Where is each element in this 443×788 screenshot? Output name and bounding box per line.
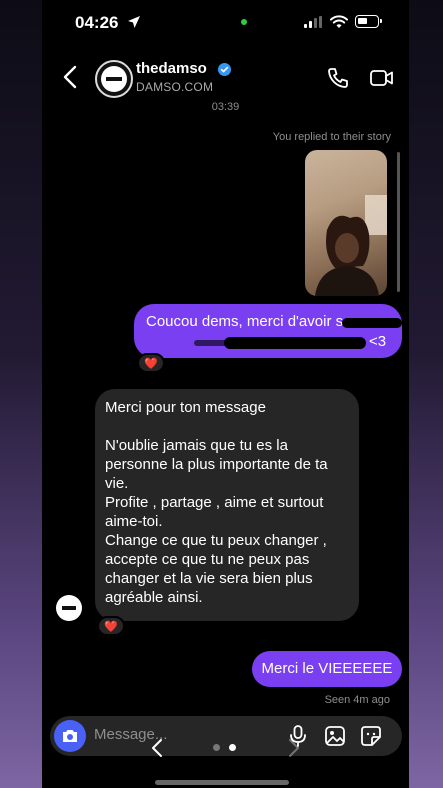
message-bubble-sent[interactable]: Merci le VIEEEEEE bbox=[252, 651, 402, 687]
status-time: 04:26 bbox=[75, 13, 119, 32]
page-dots bbox=[213, 744, 243, 752]
message-line: Change ce que tu peux changer , accepte … bbox=[105, 532, 327, 606]
camera-indicator bbox=[241, 19, 247, 25]
story-photo bbox=[315, 195, 387, 296]
message-text: Coucou dems, merci d'avoir s bbox=[146, 313, 344, 330]
nav-forward-icon[interactable] bbox=[287, 738, 301, 758]
battery-icon bbox=[355, 15, 382, 28]
message-text: Merci le VIEEEEEE bbox=[261, 660, 393, 677]
thread-timestamp: 03:39 bbox=[211, 101, 240, 113]
sender-avatar[interactable] bbox=[56, 595, 82, 621]
sticker-icon[interactable] bbox=[360, 725, 382, 747]
wifi-icon bbox=[330, 15, 348, 28]
page-dot bbox=[213, 744, 220, 751]
message-input[interactable] bbox=[94, 726, 274, 743]
video-icon[interactable] bbox=[369, 66, 395, 90]
page-dot-active bbox=[229, 744, 236, 751]
redaction-mark bbox=[194, 340, 234, 346]
status-bar: 04:26 bbox=[0, 0, 443, 46]
back-icon[interactable] bbox=[60, 64, 82, 90]
reaction-heart[interactable]: ❤️ bbox=[137, 353, 165, 373]
camera-icon bbox=[63, 730, 77, 742]
signal-icon bbox=[304, 16, 322, 28]
redaction-mark bbox=[224, 337, 366, 349]
gallery-icon[interactable] bbox=[324, 725, 346, 747]
camera-button[interactable] bbox=[54, 720, 86, 752]
message-line: N'oublie jamais que tu es la personne la… bbox=[105, 437, 328, 492]
chat-header: thedamso DAMSO.COM bbox=[42, 52, 409, 104]
story-reply-caption: You replied to their story bbox=[272, 131, 391, 143]
message-line: Profite , partage , aime et surtout aime… bbox=[105, 494, 324, 530]
dynamic-island bbox=[166, 7, 284, 41]
seen-status: Seen 4m ago bbox=[324, 694, 390, 706]
message-bubble-received[interactable]: Merci pour ton message N'oublie jamais q… bbox=[95, 389, 359, 621]
home-indicator bbox=[155, 780, 289, 785]
username[interactable]: thedamso bbox=[136, 60, 207, 77]
message-bubble-sent[interactable]: Coucou dems, merci d'avoir s <3 bbox=[134, 304, 402, 358]
location-arrow-icon bbox=[128, 16, 140, 28]
message-line: Merci pour ton message bbox=[105, 399, 266, 416]
message-text-end: <3 bbox=[369, 333, 387, 350]
story-thumbnail[interactable] bbox=[305, 150, 387, 296]
story-reply-bar bbox=[397, 152, 400, 292]
profile-subtitle: DAMSO.COM bbox=[136, 80, 214, 94]
nav-back-icon[interactable] bbox=[150, 738, 164, 758]
reaction-heart[interactable]: ❤️ bbox=[97, 616, 125, 636]
avatar[interactable] bbox=[95, 60, 133, 98]
redaction-mark bbox=[342, 318, 402, 328]
verified-icon bbox=[218, 63, 231, 76]
phone-icon[interactable] bbox=[326, 66, 350, 90]
